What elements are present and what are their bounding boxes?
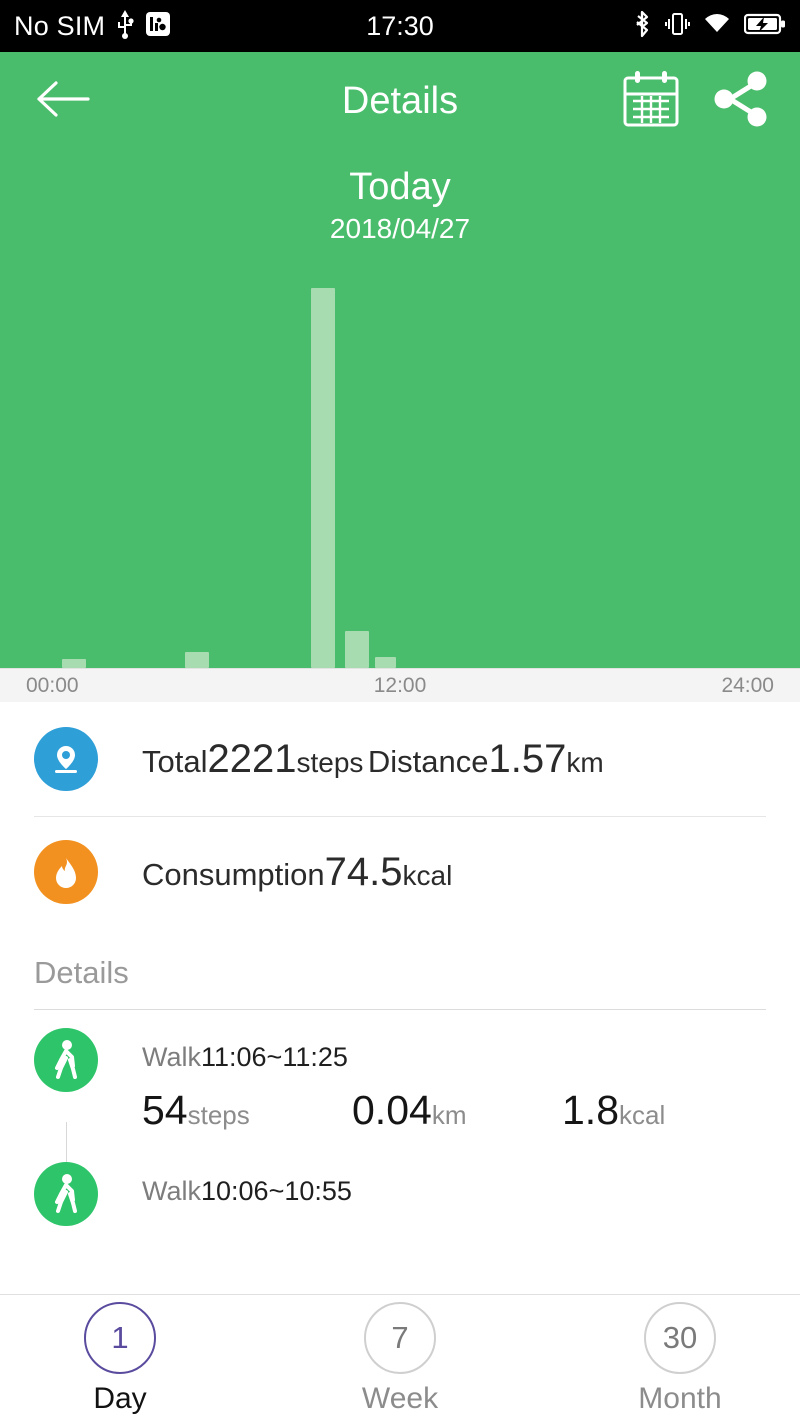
wifi-icon [702,12,732,41]
distance-unit: km [566,746,604,778]
entry-time-range: 11:06~11:25 [201,1042,348,1072]
tab-day-number: 1 [84,1301,156,1374]
tab-day[interactable]: 1 Day [45,1301,195,1416]
details-screen: No SIM 17:30 Details Today 2018/04/27 00… [0,0,800,1422]
chart-bar [344,630,369,668]
walk-icon [34,1028,98,1092]
entry-title: Walk10:06~10:55 [142,1162,766,1207]
entry-time-range: 10:06~10:55 [201,1176,352,1206]
chart-bar [184,652,209,668]
carrier-label: No SIM [14,10,106,41]
tab-month-number: 30 [644,1301,716,1374]
list-item[interactable]: Walk11:06~11:25 54steps 0.04km 1.8kcal [0,1010,800,1184]
tab-month-label: Month [638,1381,722,1415]
chart-axis: 00:00 12:00 24:00 [0,668,800,702]
consumption-unit: kcal [402,859,453,891]
entry-distance-value: 0.04 [352,1087,432,1133]
entry-steps-value: 54 [142,1087,188,1133]
entry-type: Walk [142,1042,201,1072]
tab-week-number: 7 [364,1301,436,1374]
details-header-label: Details [34,955,129,990]
adb-icon [145,11,171,42]
entry-calories-value: 1.8 [562,1087,619,1133]
calories-summary-text: Consumption74.5kcal [142,850,452,895]
steps-summary-text: Total2221steps Distance1.57km [142,737,604,782]
tab-month[interactable]: 30 Month [605,1301,755,1416]
status-bar-right [632,9,786,44]
consumption-value: 74.5 [324,849,403,894]
list-item[interactable]: Walk10:06~10:55 [0,1144,800,1236]
consumption-label: Consumption [142,856,325,892]
chart-bar [311,288,336,668]
activity-bar-chart[interactable] [0,268,800,668]
steps-unit: steps [296,746,364,778]
summary-row-calories: Consumption74.5kcal [0,817,800,927]
calendar-button[interactable] [620,68,682,135]
details-section-header: Details [0,927,800,1001]
walk-icon [34,1162,98,1226]
battery-charging-icon [743,12,786,41]
flame-icon [34,840,98,904]
total-steps-value: 2221 [207,736,297,781]
axis-tick-start: 00:00 [26,674,79,697]
share-icon [710,71,772,132]
bluetooth-icon [632,9,652,44]
location-pin-icon [34,727,98,791]
entry-calories-unit: kcal [619,1100,666,1130]
chart-bar [62,658,87,668]
status-bar-left: No SIM [14,9,171,44]
summary-row-steps: Total2221steps Distance1.57km [0,702,800,816]
share-button[interactable] [710,70,772,133]
tab-week-label: Week [361,1381,439,1415]
axis-tick-end: 24:00 [721,674,774,697]
entry-type: Walk [142,1176,201,1206]
tab-week[interactable]: 7 Week [325,1301,475,1416]
vibrate-icon [664,10,690,43]
calendar-icon [620,70,682,134]
day-date: 2018/04/27 [329,212,471,244]
entry-distance: 0.04km [352,1087,562,1134]
back-arrow-icon [34,79,92,124]
distance-label: Distance [367,743,489,779]
tab-day-label: Day [93,1381,147,1415]
period-tab-bar: 1 Day 7 Week 30 Month [0,1294,800,1422]
usb-icon [115,9,135,44]
day-label: Today [349,166,451,208]
day-label-block: Today 2018/04/27 [0,166,800,248]
entry-title: Walk11:06~11:25 [142,1028,772,1073]
distance-value: 1.57 [488,736,567,781]
entry-metrics: 54steps 0.04km 1.8kcal [142,1087,772,1134]
app-bar-actions [620,68,772,135]
app-bar: Details [0,52,800,150]
entry-steps-unit: steps [187,1100,250,1130]
entry-distance-unit: km [431,1100,467,1130]
back-button[interactable] [28,66,98,136]
green-header-panel: Details Today 2018/04/27 [0,52,800,668]
chart-bar [375,656,396,668]
status-bar: No SIM 17:30 [0,0,800,52]
total-label: Total [142,743,208,779]
axis-tick-middle: 12:00 [373,674,427,697]
entry-steps: 54steps [142,1087,352,1134]
entry-calories: 1.8kcal [562,1087,772,1134]
